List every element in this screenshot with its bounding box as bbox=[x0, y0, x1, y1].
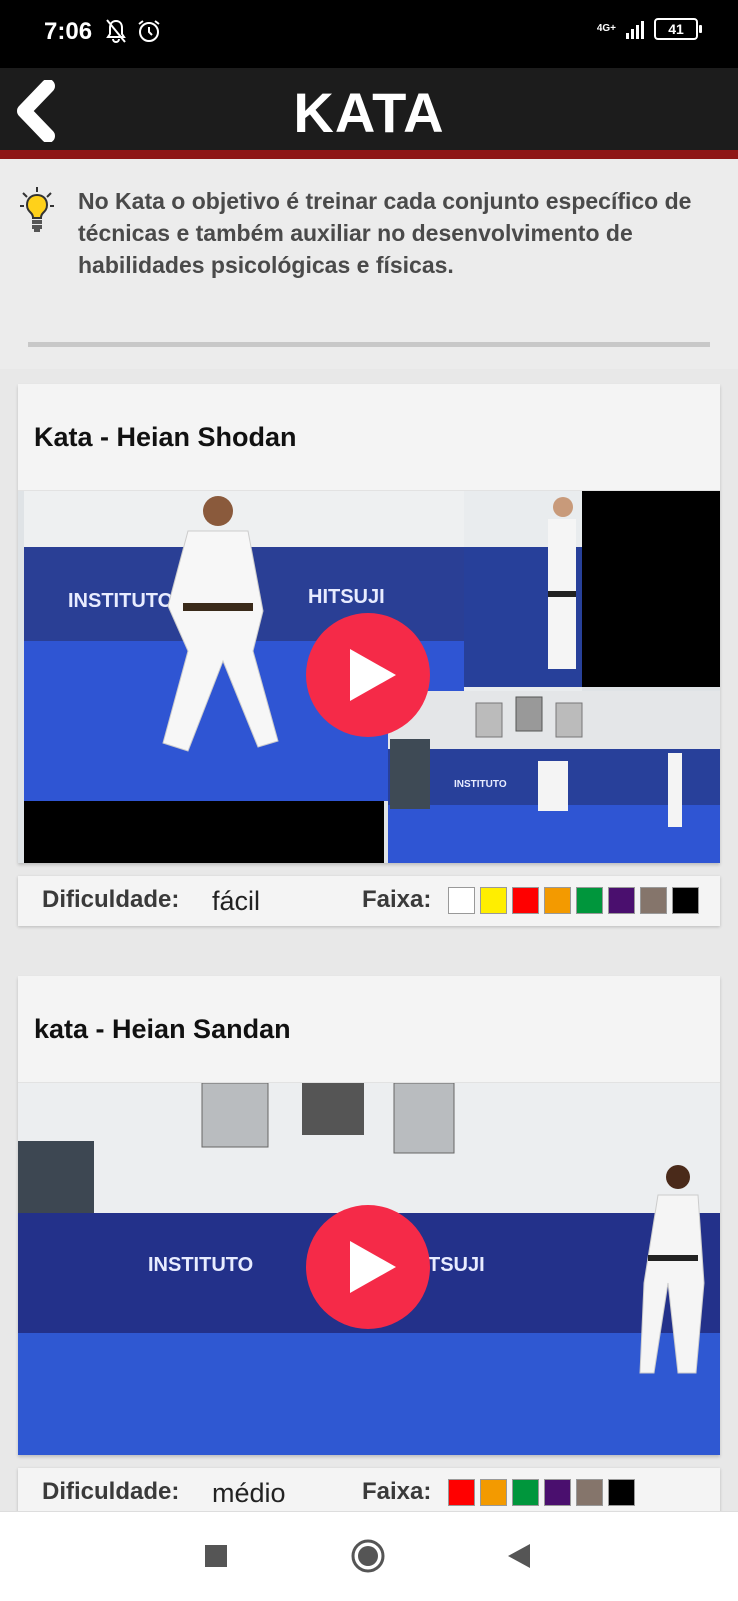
difficulty-value: fácil bbox=[212, 886, 261, 916]
page-title: KATA bbox=[293, 81, 445, 144]
kata-card[interactable]: Kata - Heian Shodan INSTITUTO HITSUJI IN… bbox=[18, 384, 720, 926]
back-triangle-icon[interactable] bbox=[508, 1544, 530, 1568]
play-button[interactable] bbox=[306, 1205, 430, 1329]
home-circle-icon[interactable] bbox=[351, 1539, 385, 1573]
belt-color-swatch bbox=[576, 887, 603, 914]
belt-color-swatch bbox=[544, 1479, 571, 1506]
belt-color-swatch bbox=[608, 1479, 635, 1506]
card-header: Kata - Heian Shodan bbox=[18, 384, 720, 491]
difficulty-value: médio bbox=[212, 1478, 286, 1508]
kata-card[interactable]: kata - Heian Sandan INSTITUTO TSUJI bbox=[18, 976, 720, 1455]
svg-text:INSTITUTO: INSTITUTO bbox=[68, 590, 173, 612]
info-text: No Kata o objetivo é treinar cada conjun… bbox=[78, 188, 692, 278]
difficulty-label: Dificuldade: bbox=[42, 886, 180, 913]
belt-color-swatch bbox=[608, 887, 635, 914]
belt-swatches bbox=[448, 1479, 635, 1506]
card-title: kata - Heian Sandan bbox=[34, 1013, 291, 1044]
belt-color-swatch bbox=[512, 1479, 539, 1506]
network-type: 4G+ bbox=[596, 23, 616, 34]
svg-text:TSUJI: TSUJI bbox=[428, 1254, 485, 1276]
belt-swatches bbox=[448, 887, 699, 914]
app-bar: KATA bbox=[0, 68, 738, 159]
belt-label: Faixa: bbox=[362, 1478, 432, 1505]
status-bar: 7:06 4G+ 41 bbox=[0, 0, 738, 68]
difficulty-label: Dificuldade: bbox=[42, 1478, 180, 1505]
bell-off-icon bbox=[106, 19, 126, 43]
info-divider bbox=[28, 342, 710, 347]
alarm-icon bbox=[138, 20, 160, 42]
recents-square-icon[interactable] bbox=[205, 1545, 227, 1567]
belt-color-swatch bbox=[448, 887, 475, 914]
card-title: Kata - Heian Shodan bbox=[34, 421, 297, 452]
status-time: 7:06 bbox=[44, 18, 93, 45]
video-thumbnail[interactable]: INSTITUTO TSUJI bbox=[18, 1083, 720, 1455]
system-nav-bar bbox=[0, 1511, 738, 1601]
battery-level: 41 bbox=[668, 21, 684, 37]
battery-icon: 41 bbox=[654, 18, 702, 40]
lightbulb-icon bbox=[20, 187, 54, 232]
signal-icon bbox=[626, 19, 644, 39]
play-button[interactable] bbox=[306, 613, 430, 737]
svg-text:HITSUJI: HITSUJI bbox=[308, 586, 385, 608]
belt-color-swatch bbox=[672, 887, 699, 914]
belt-color-swatch bbox=[576, 1479, 603, 1506]
belt-color-swatch bbox=[544, 887, 571, 914]
belt-color-swatch bbox=[480, 887, 507, 914]
info-box: No Kata o objetivo é treinar cada conjun… bbox=[0, 159, 738, 369]
back-button[interactable] bbox=[8, 80, 64, 142]
play-icon bbox=[350, 1241, 396, 1293]
card-meta: Dificuldade: fácil Faixa: bbox=[18, 876, 720, 926]
belt-color-swatch bbox=[512, 887, 539, 914]
belt-color-swatch bbox=[480, 1479, 507, 1506]
svg-text:INSTITUTO: INSTITUTO bbox=[148, 1254, 253, 1276]
chevron-left-icon bbox=[17, 80, 55, 142]
video-thumbnail[interactable]: INSTITUTO HITSUJI INSTITUTO bbox=[18, 491, 720, 863]
belt-color-swatch bbox=[640, 887, 667, 914]
card-header: kata - Heian Sandan bbox=[18, 976, 720, 1083]
belt-label: Faixa: bbox=[362, 886, 432, 913]
belt-color-swatch bbox=[448, 1479, 475, 1506]
accent-divider bbox=[0, 150, 738, 159]
svg-text:INSTITUTO: INSTITUTO bbox=[454, 779, 507, 790]
play-icon bbox=[350, 649, 396, 701]
